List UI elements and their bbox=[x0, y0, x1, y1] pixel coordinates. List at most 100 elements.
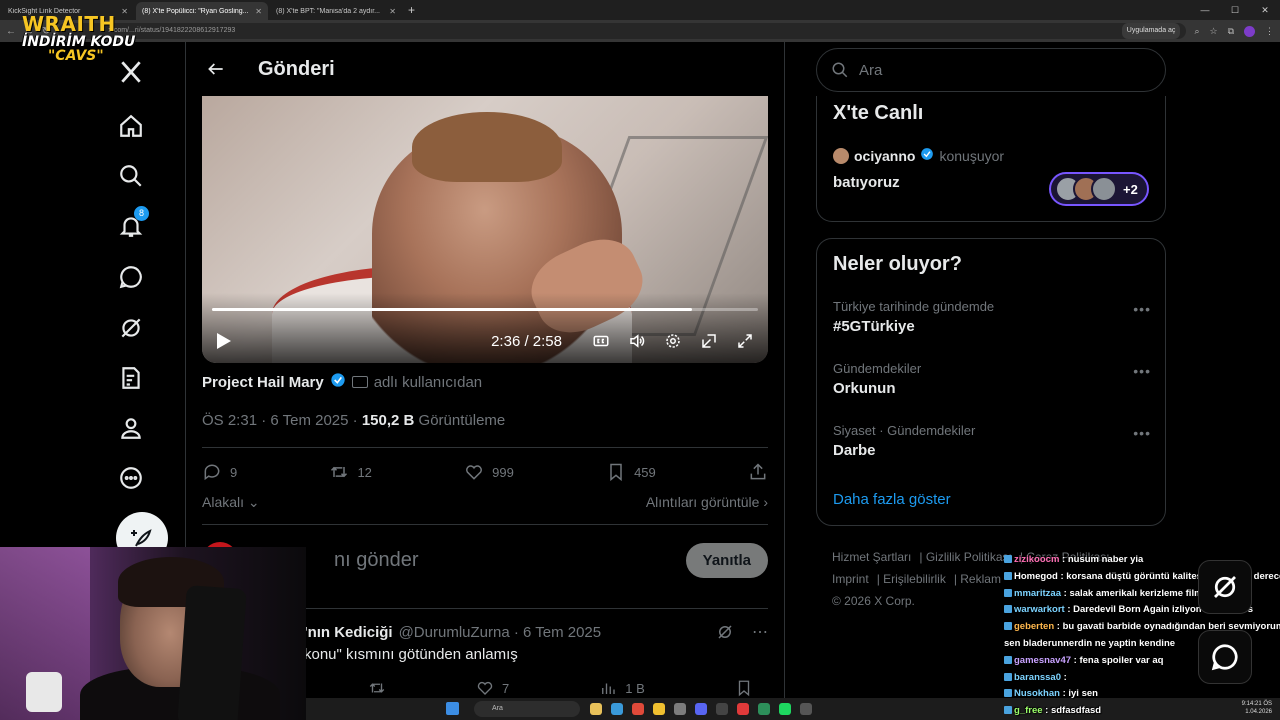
grok-icon[interactable] bbox=[117, 314, 145, 342]
messages-icon[interactable] bbox=[117, 263, 145, 291]
more-options-icon[interactable]: ••• bbox=[1133, 301, 1151, 317]
post-meta: ÖS 2:31 · 6 Tem 2025 · 150,2 B Görüntüle… bbox=[202, 412, 505, 429]
reply-button[interactable]: Yanıtla bbox=[685, 542, 768, 578]
chat-badge-icon bbox=[1004, 706, 1012, 715]
share-action[interactable] bbox=[748, 462, 768, 482]
view-quotes-label: Alıntıları görüntüle bbox=[645, 494, 760, 510]
view-quotes-link[interactable]: Alıntıları görüntüle › bbox=[646, 494, 768, 511]
repost-action[interactable]: 12 bbox=[329, 462, 372, 482]
live-listeners-pill[interactable]: +2 bbox=[1049, 172, 1149, 206]
live-host-row: ociyanno konuşuyor bbox=[817, 125, 1165, 164]
bookmark-icon bbox=[738, 680, 749, 697]
app-icon[interactable] bbox=[800, 703, 812, 715]
footer-link[interactable]: Reklam bbox=[960, 572, 1001, 586]
star-icon[interactable]: ☆ bbox=[1209, 26, 1217, 37]
browser-tab[interactable]: (8) X'te BPT: "Manisa'da 2 aydır... ✕ bbox=[270, 2, 402, 20]
tab-title: (8) X'te BPT: "Manisa'da 2 aydır... bbox=[276, 7, 380, 15]
chat-username: geberten bbox=[1014, 621, 1055, 633]
more-options-icon[interactable]: ••• bbox=[1133, 363, 1151, 379]
notifications-bell-icon[interactable]: 8 bbox=[117, 206, 149, 240]
bookmark-action[interactable]: 459 bbox=[606, 462, 656, 482]
url-field[interactable]: x.com/...ri/status/1941822208612917293 U… bbox=[58, 23, 1187, 39]
new-tab-button[interactable]: + bbox=[408, 3, 415, 17]
reply-author-name[interactable]: 'nın Kediciği bbox=[304, 624, 393, 641]
search-icon[interactable] bbox=[117, 162, 145, 190]
volume-icon[interactable] bbox=[626, 330, 648, 352]
app-icon[interactable] bbox=[758, 703, 770, 715]
like-action[interactable]: 999 bbox=[464, 462, 514, 482]
live-host-name[interactable]: ociyanno bbox=[854, 148, 915, 164]
zoom-icon[interactable]: ⌕ bbox=[1194, 26, 1199, 37]
back-nav-icon[interactable]: ← bbox=[6, 26, 16, 37]
file-explorer-icon[interactable] bbox=[590, 703, 602, 715]
browser-tab-bar: KickSight Link Detector ✕ (8) X'te Popül… bbox=[0, 0, 1280, 20]
close-tab-icon[interactable]: ✕ bbox=[255, 7, 262, 16]
app-icon[interactable] bbox=[674, 703, 686, 715]
play-icon[interactable] bbox=[214, 331, 234, 351]
reply-sort-row: Alakalı ⌄ Alıntıları görüntüle › bbox=[202, 494, 768, 511]
discord-icon[interactable] bbox=[695, 703, 707, 715]
more-options-icon[interactable]: ••• bbox=[1133, 425, 1151, 441]
trend-item[interactable]: Gündemdekiler Orkunun ••• bbox=[833, 361, 1151, 397]
folder-icon[interactable] bbox=[653, 703, 665, 715]
more-icon[interactable] bbox=[117, 464, 145, 492]
chat-username: zizikoocm bbox=[1014, 554, 1060, 565]
source-video-icon bbox=[351, 376, 368, 388]
show-more-link[interactable]: Daha fazla göster bbox=[833, 491, 951, 508]
video-progress-bar[interactable] bbox=[212, 308, 758, 311]
taskbar-search[interactable]: Ara bbox=[474, 701, 580, 717]
maximize-icon[interactable]: ☐ bbox=[1220, 0, 1250, 20]
post-timestamp[interactable]: ÖS 2:31 · 6 Tem 2025 · bbox=[202, 412, 358, 429]
sort-dropdown[interactable]: Alakalı ⌄ bbox=[202, 494, 260, 511]
search-placeholder: Ara bbox=[859, 61, 883, 79]
minimize-icon[interactable]: — bbox=[1190, 0, 1220, 20]
grok-icon[interactable] bbox=[716, 623, 734, 641]
close-window-icon[interactable]: ✕ bbox=[1250, 0, 1280, 20]
chrome-icon[interactable] bbox=[632, 703, 644, 715]
browser-tab-active[interactable]: (8) X'te Popülicci: "Ryan Gosling... ✕ bbox=[136, 2, 268, 20]
app-icon[interactable] bbox=[611, 703, 623, 715]
like-action[interactable]: 7 bbox=[476, 679, 509, 697]
app-icon[interactable] bbox=[737, 703, 749, 715]
windows-start-icon[interactable] bbox=[446, 702, 459, 715]
video-player[interactable]: 2:36 / 2:58 bbox=[202, 96, 768, 363]
profile-avatar[interactable] bbox=[1244, 25, 1255, 37]
views-action[interactable]: 1 B bbox=[599, 679, 645, 697]
footer-link[interactable]: Erişilebilirlik bbox=[883, 572, 946, 586]
open-in-app-button[interactable]: Uygulamada aç bbox=[1121, 23, 1181, 39]
footer-link[interactable]: Imprint bbox=[832, 572, 869, 586]
reply-input[interactable]: nı gönder bbox=[334, 549, 419, 572]
chat-username: baranssa0 bbox=[1014, 671, 1062, 683]
captions-icon[interactable] bbox=[590, 330, 612, 352]
spotify-icon[interactable] bbox=[779, 703, 791, 715]
menu-dots-icon[interactable]: ⋮ bbox=[1265, 26, 1274, 37]
trends-card: Neler oluyor? Türkiye tarihinde gündemde… bbox=[816, 238, 1166, 526]
repost-action[interactable] bbox=[368, 679, 386, 697]
trend-item[interactable]: Türkiye tarihinde gündemde #5GTürkiye ••… bbox=[833, 299, 1151, 335]
grok-bubble[interactable] bbox=[1198, 560, 1252, 614]
chat-badge-icon bbox=[1004, 655, 1012, 664]
footer-link[interactable]: Gizlilik Politikası bbox=[926, 550, 1012, 564]
messages-bubble[interactable] bbox=[1198, 630, 1252, 684]
home-icon[interactable] bbox=[117, 112, 145, 140]
reply-action[interactable]: 9 bbox=[202, 462, 237, 482]
app-icon[interactable] bbox=[716, 703, 728, 715]
more-options-icon[interactable]: ⋯ bbox=[752, 622, 768, 642]
chat-badge-icon bbox=[1004, 672, 1012, 681]
trend-item[interactable]: Siyaset · Gündemdekiler Darbe ••• bbox=[833, 423, 1151, 459]
fullscreen-icon[interactable] bbox=[734, 330, 756, 352]
compose-list-icon[interactable] bbox=[117, 364, 145, 392]
video-source-author[interactable]: Project Hail Mary bbox=[202, 374, 324, 391]
settings-gear-icon[interactable] bbox=[662, 330, 684, 352]
back-arrow-icon[interactable] bbox=[198, 51, 234, 87]
close-tab-icon[interactable]: ✕ bbox=[389, 7, 396, 16]
reply-bubble-icon bbox=[204, 464, 220, 481]
search-input[interactable]: Ara bbox=[816, 48, 1166, 92]
post-actions: 9 12 999 459 bbox=[202, 460, 768, 484]
bookmark-action[interactable] bbox=[735, 679, 753, 697]
trend-name: #5GTürkiye bbox=[833, 318, 915, 335]
extensions-icon[interactable]: ⧉ bbox=[1228, 26, 1234, 37]
profile-icon[interactable] bbox=[117, 414, 145, 442]
picture-in-picture-icon[interactable] bbox=[698, 330, 720, 352]
footer-link[interactable]: Hizmet Şartları bbox=[832, 550, 911, 564]
